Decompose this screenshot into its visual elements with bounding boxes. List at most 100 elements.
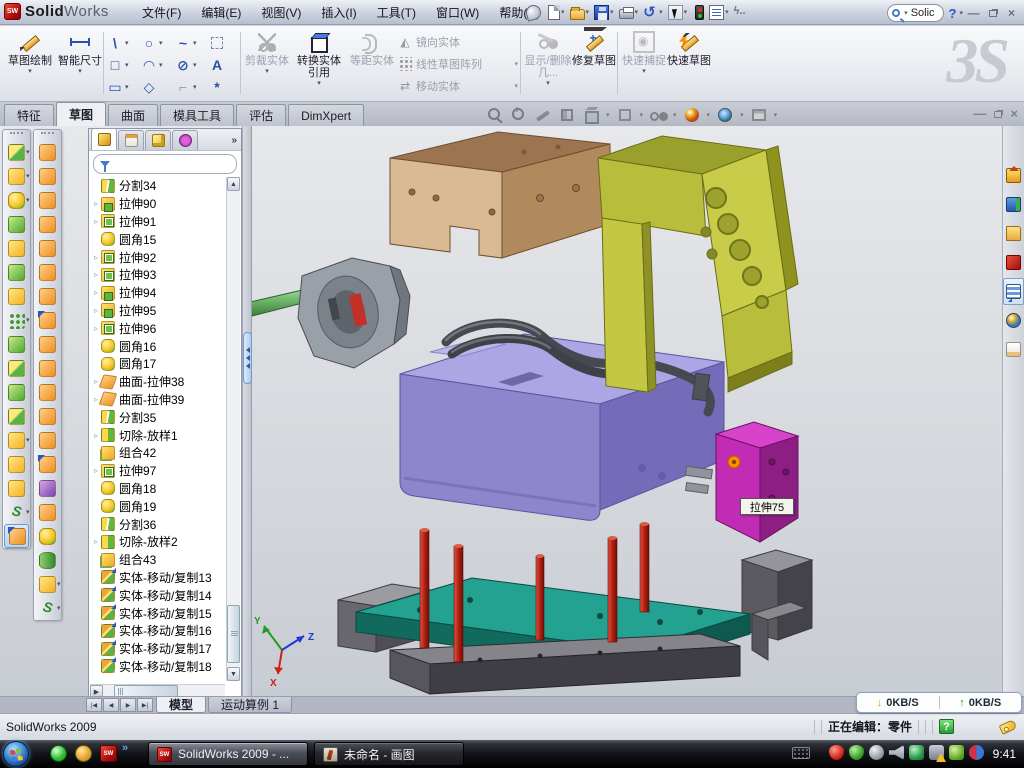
tree-item[interactable]: 分割36	[91, 515, 225, 533]
dropdown-icon[interactable]: ▾	[159, 61, 163, 69]
curve-2-button[interactable]: S▾	[34, 596, 61, 620]
display-style-icon[interactable]	[616, 106, 634, 124]
tree-item[interactable]: ▹拉伸91	[91, 213, 225, 231]
sketch-button[interactable]: 草图绘制▾	[6, 29, 54, 99]
dropdown-icon[interactable]: ▾	[561, 8, 565, 16]
doc-tab-运动算例1[interactable]: 运动算例 1	[208, 697, 292, 713]
dropdown-icon[interactable]: ▾	[659, 8, 663, 16]
select-button[interactable]: ▾	[666, 2, 690, 22]
fillet-button[interactable]: ▾	[3, 188, 30, 212]
extruded-boss-button[interactable]: ▾	[3, 140, 30, 164]
tree-item[interactable]: 实体-移动/复制14	[91, 586, 225, 604]
search-dropdown-icon[interactable]: ▾	[904, 9, 908, 17]
sketch-tool-sketch-fillet[interactable]: ⌐▾	[174, 79, 208, 95]
expand-icon[interactable]: ▹	[91, 199, 101, 208]
sketch-tool-rectangle[interactable]: □▾	[106, 57, 140, 73]
view-settings-icon[interactable]	[750, 106, 768, 124]
offset-entities-button[interactable]: 等距实体▾	[348, 29, 396, 99]
boundary-surface-button[interactable]	[34, 212, 61, 236]
dropdown-icon[interactable]: ▾	[673, 111, 677, 119]
tree-item[interactable]: 圆角16	[91, 337, 225, 355]
dropdown-icon[interactable]: ▾	[610, 8, 614, 16]
volume-icon[interactable]	[889, 745, 904, 760]
panel-expand-icon[interactable]: »	[231, 135, 237, 146]
tree-filter-bar[interactable]	[93, 154, 237, 174]
linear-pattern-button[interactable]: ▾	[3, 308, 30, 332]
thicken-button[interactable]	[34, 332, 61, 356]
smart-dimension-button[interactable]: 智能尺寸▾	[56, 29, 104, 99]
tree-item[interactable]: ▹拉伸94	[91, 284, 225, 302]
delete-face-button[interactable]	[34, 380, 61, 404]
dropdown-icon[interactable]: ▾	[193, 83, 197, 91]
expand-icon[interactable]: ▹	[91, 306, 101, 315]
network-warning-icon[interactable]	[929, 745, 944, 760]
dropdown-icon[interactable]: ▾	[125, 83, 129, 91]
expand-icon[interactable]: ▹	[91, 270, 101, 279]
tree-item[interactable]: 圆角17	[91, 355, 225, 373]
save-button[interactable]: ▾	[592, 2, 616, 22]
yellow-clamp-part[interactable]	[598, 136, 798, 392]
tree-item[interactable]: ▹拉伸96	[91, 319, 225, 337]
dropdown-icon[interactable]: ▾	[707, 111, 711, 119]
curve-button[interactable]: S▾	[3, 500, 30, 524]
tab-评估[interactable]: 评估	[236, 104, 286, 126]
menu-item-I[interactable]: 插入(I)	[311, 1, 366, 24]
dropdown-icon[interactable]: ▾	[586, 8, 590, 16]
tree-item[interactable]: 实体-移动/复制15	[91, 604, 225, 622]
status-help-button[interactable]: ?	[939, 719, 954, 734]
start-button[interactable]	[3, 741, 29, 767]
close-button[interactable]: ×	[1003, 5, 1020, 21]
hole-wizard-button[interactable]	[3, 284, 30, 308]
sketch-tool-line[interactable]: \▾	[106, 35, 140, 51]
tree-item[interactable]: ▹曲面-拉伸38	[91, 373, 225, 391]
menu-item-E[interactable]: 编辑(E)	[191, 1, 251, 24]
dropdown-icon[interactable]: ▾	[740, 111, 744, 119]
tree-item[interactable]: ▹曲面-拉伸39	[91, 391, 225, 409]
dropdown-icon[interactable]: ▾	[635, 8, 639, 16]
solidworks-toolbox-button[interactable]	[1003, 249, 1024, 276]
dropdown-icon[interactable]: ▾	[26, 436, 30, 444]
dropdown-icon[interactable]: ▾	[193, 39, 197, 47]
undo-button[interactable]: ↺▾	[641, 2, 665, 22]
indent-button[interactable]	[3, 476, 30, 500]
sync-service-icon[interactable]	[969, 745, 984, 760]
ruled-surface-button[interactable]	[34, 452, 61, 476]
property-manager-tab[interactable]	[118, 130, 144, 150]
tab-nav-button[interactable]: ▶|	[137, 698, 153, 712]
tree-item[interactable]: 组合43	[91, 551, 225, 569]
combine-button[interactable]	[3, 332, 30, 356]
expand-icon[interactable]: ▹	[91, 324, 101, 333]
dropdown-icon[interactable]: ▾	[26, 148, 30, 156]
expand-icon[interactable]: ▹	[91, 537, 101, 546]
menu-item-F[interactable]: 文件(F)	[132, 1, 191, 24]
sketch-tool-spline[interactable]: ~▾	[174, 35, 208, 51]
quick-snaps-button[interactable]: 快速捕捉▾	[620, 29, 668, 99]
tree-item[interactable]: 圆角19	[91, 497, 225, 515]
tab-草图[interactable]: 草图	[56, 102, 106, 126]
antivirus-icon[interactable]	[75, 745, 92, 762]
tan-top-plate[interactable]	[390, 132, 610, 258]
tree-item[interactable]: 组合42	[91, 444, 225, 462]
dropdown-icon[interactable]: ▾	[640, 111, 644, 119]
view-orientation-icon[interactable]	[582, 106, 600, 124]
pin-button[interactable]	[524, 2, 543, 22]
surface-flatten-button[interactable]	[34, 308, 61, 332]
zoom-to-area-icon[interactable]	[510, 106, 528, 124]
antivirus-shield-icon[interactable]	[849, 745, 864, 760]
insert-feature-button[interactable]: ▾	[3, 428, 30, 452]
rebuild-button[interactable]	[690, 2, 706, 22]
expand-icon[interactable]: ▹	[91, 288, 101, 297]
dropdown-icon[interactable]: ▾	[26, 508, 30, 516]
dome-button[interactable]	[34, 548, 61, 572]
file-explorer-button[interactable]	[1003, 220, 1024, 247]
untrim-surface-button[interactable]	[34, 500, 61, 524]
revolved-surface-button[interactable]	[34, 164, 61, 188]
security-alert-icon[interactable]	[829, 745, 844, 760]
filled-surface-button[interactable]	[34, 236, 61, 260]
scroll-down-button[interactable]: ▼	[227, 667, 240, 681]
scroll-up-button[interactable]: ▲	[227, 177, 240, 191]
dropdown-icon[interactable]: ▾	[684, 8, 688, 16]
menu-item-T[interactable]: 工具(T)	[367, 1, 426, 24]
offset-surface-button[interactable]	[34, 260, 61, 284]
tree-vertical-scrollbar[interactable]: ▲ ▼	[226, 177, 240, 681]
